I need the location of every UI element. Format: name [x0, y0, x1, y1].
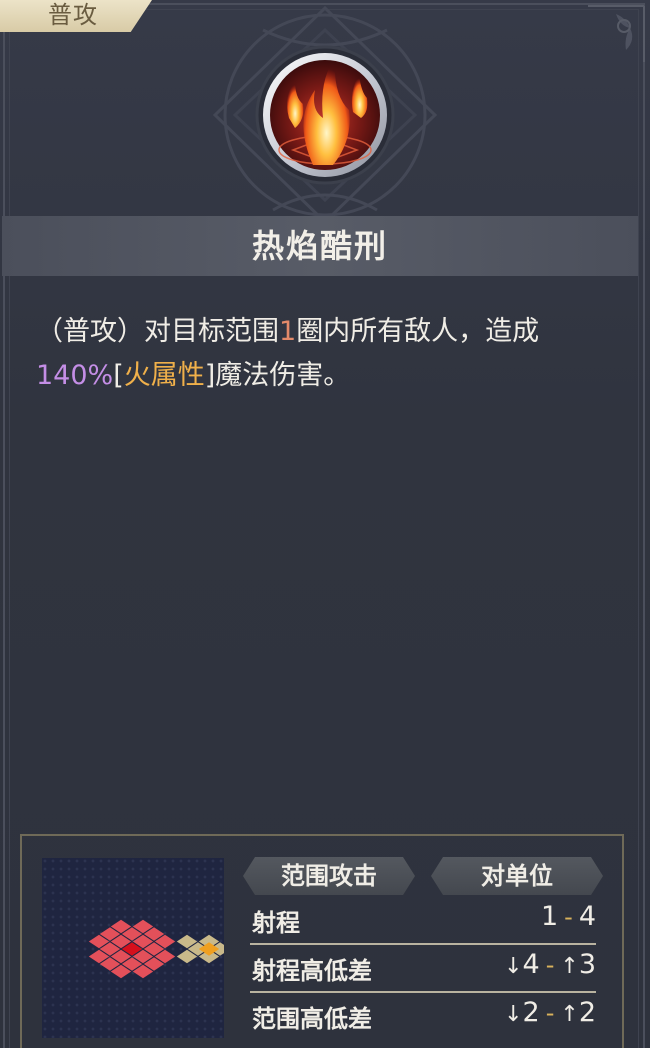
desc-text-1: （普攻）对目标范围 — [36, 316, 279, 347]
desc-element: 火属性 — [123, 360, 205, 391]
stat-row-area-height: 范围高低差 ↓2- ↑2 — [250, 993, 596, 1041]
arrow-down-icon: ↓ — [504, 1002, 523, 1027]
desc-bracket-close: ] — [204, 360, 216, 391]
corner-ornament-icon — [588, 5, 645, 62]
range-separator: - — [564, 903, 573, 931]
skill-title-band: 热焰酷刑 — [2, 216, 638, 276]
range-height-down: 4 — [522, 949, 540, 980]
stat-value-range: 1-4 — [541, 901, 596, 932]
stat-label-range-height: 射程高低差 — [252, 957, 372, 985]
stat-label-area-height: 范围高低差 — [252, 1005, 372, 1033]
desc-range-number: 1 — [279, 316, 297, 347]
range-max: 4 — [578, 901, 596, 932]
skill-description: （普攻）对目标范围1圈内所有敌人，造成 140%[火属性]魔法伤害。 — [36, 310, 616, 398]
desc-text-2: 圈内所有敌人，造成 — [296, 316, 540, 347]
range-min: 1 — [540, 901, 559, 932]
arrow-up-icon: ↑ — [560, 954, 579, 979]
stat-value-range-height: ↓4- ↑3 — [504, 949, 596, 980]
skill-type-label: 普攻 — [48, 1, 98, 29]
skill-emblem — [212, 5, 438, 225]
desc-damage-percent: 140% — [36, 360, 114, 391]
tag-aoe-attack: 范围攻击 — [243, 857, 415, 895]
range-grid-map — [42, 858, 224, 1038]
area-height-up: 2 — [578, 997, 596, 1028]
stat-row-range: 射程 1-4 — [250, 897, 596, 945]
arrow-down-icon: ↓ — [504, 954, 523, 979]
arrow-up-icon: ↑ — [560, 1002, 579, 1027]
stat-value-area-height: ↓2- ↑2 — [504, 997, 596, 1028]
caster-tile — [198, 942, 220, 956]
stat-row-range-height: 射程高低差 ↓4- ↑3 — [250, 945, 596, 993]
range-height-up: 3 — [578, 949, 596, 980]
skill-card: 普攻 热焰酷刑 （普攻）对目标范围1圈内所有敌人，造成 140%[火属性]魔法伤… — [0, 0, 650, 1048]
range-height-separator: - — [545, 951, 555, 979]
desc-bracket-open: [ — [113, 360, 124, 391]
skill-name: 热焰酷刑 — [251, 227, 388, 265]
area-height-down: 2 — [522, 997, 540, 1028]
desc-text-3: 魔法伤害。 — [215, 360, 351, 391]
tag-target-unit: 对单位 — [431, 857, 603, 895]
area-height-separator: - — [545, 999, 555, 1027]
stat-label-range: 射程 — [252, 909, 300, 937]
